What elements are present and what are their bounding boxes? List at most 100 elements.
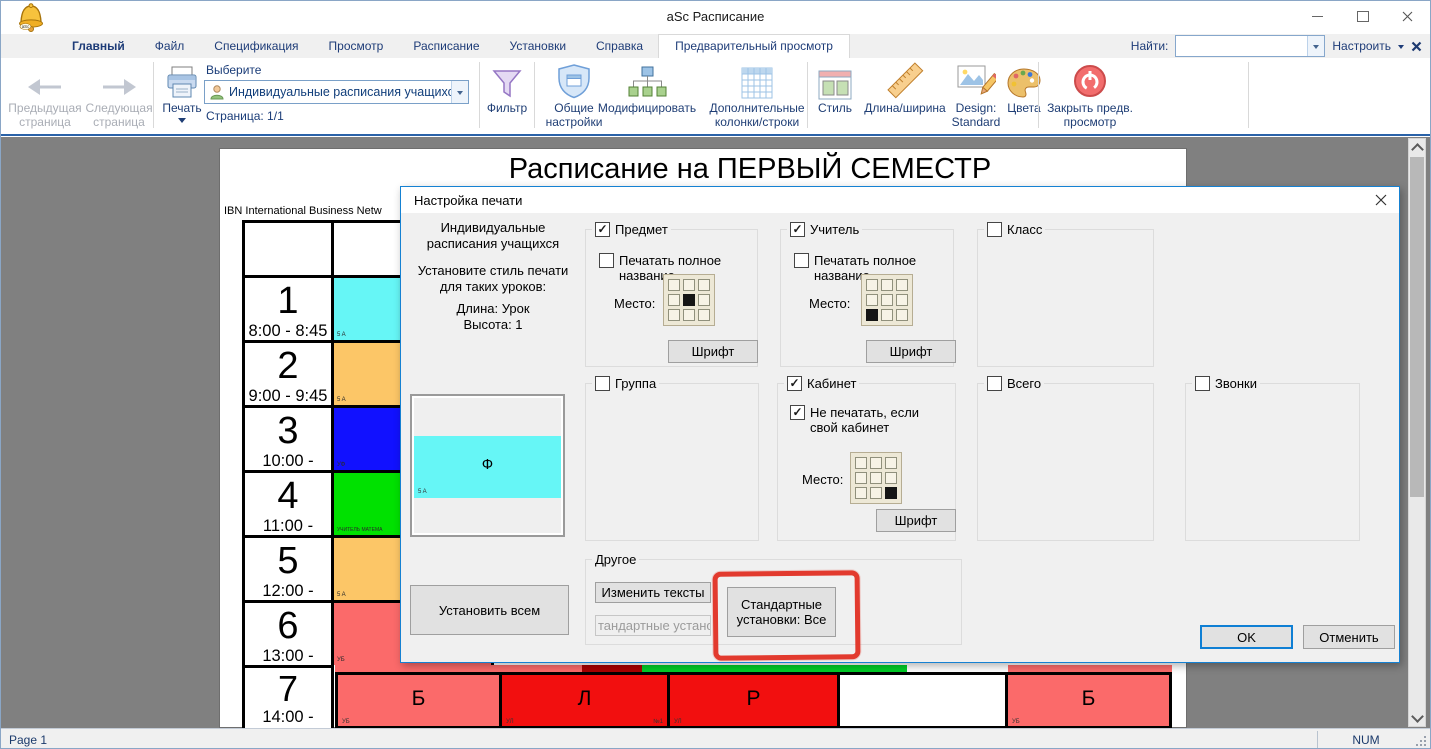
find-input[interactable] <box>1176 36 1307 56</box>
dialog-close-button[interactable] <box>1373 192 1389 208</box>
prev-page-button[interactable]: Предыдущая страница <box>5 58 85 134</box>
choose-label: Выберите <box>206 63 261 77</box>
teacher-font-button[interactable]: Шрифт <box>866 340 956 363</box>
hierarchy-icon <box>593 58 701 100</box>
design-button[interactable]: Design: Standard <box>947 58 1005 134</box>
teacher-place-grid[interactable] <box>861 274 913 326</box>
row-strip <box>582 665 642 672</box>
status-separator <box>1317 731 1318 748</box>
status-page: Page 1 <box>9 733 47 747</box>
scroll-down-button[interactable] <box>1409 709 1425 726</box>
print-button[interactable]: Печать <box>157 58 207 134</box>
group-class: Класс <box>977 229 1154 367</box>
arrow-left-icon <box>5 58 85 100</box>
ok-button[interactable]: OK <box>1200 625 1293 649</box>
print-dropdown-caret[interactable] <box>178 118 186 127</box>
ruler-icon <box>859 58 951 100</box>
group-label: Группа <box>615 376 656 391</box>
close-icon <box>1375 194 1387 206</box>
row-strip <box>907 665 1008 672</box>
report-type-combobox[interactable]: Индивидуальные расписания учащихся <box>204 80 469 104</box>
total-checkbox[interactable] <box>987 376 1002 391</box>
class-label: Класс <box>1007 222 1042 237</box>
period-cell: 29:00 - 9:45 <box>242 340 334 405</box>
tab-help[interactable]: Справка <box>581 34 658 59</box>
subject-fullname-checkbox[interactable] <box>599 253 614 268</box>
extra-columns-button[interactable]: Дополнительные колонки/строки <box>701 58 813 134</box>
minimize-button[interactable] <box>1295 1 1340 32</box>
table-header-cell <box>242 220 334 275</box>
apply-all-button[interactable]: Установить всем <box>410 585 569 635</box>
find-dropdown-button[interactable] <box>1307 36 1324 56</box>
filter-icon <box>483 58 531 100</box>
resize-grip[interactable] <box>1416 736 1426 746</box>
maximize-button[interactable] <box>1340 1 1385 32</box>
room-own-checkbox[interactable] <box>790 405 805 420</box>
close-preview-button[interactable]: Закрыть предв. просмотр <box>1042 58 1138 134</box>
ribbon-toolbar: Предыдущая страница Следующая страница П… <box>1 58 1430 135</box>
ribbon-divider <box>1 134 1430 136</box>
subject-checkbox[interactable] <box>595 222 610 237</box>
close-button[interactable] <box>1385 1 1430 32</box>
next-page-button[interactable]: Следующая страница <box>85 58 153 134</box>
customize-caret-icon <box>1398 45 1404 52</box>
group-room: Кабинет Не печатать, если свой кабинет М… <box>777 383 956 541</box>
tab-specification[interactable]: Спецификация <box>199 34 313 59</box>
tab-file[interactable]: Файл <box>140 34 200 59</box>
edit-texts-button[interactable]: Изменить тексты <box>595 582 711 603</box>
teacher-fullname-checkbox[interactable] <box>794 253 809 268</box>
teacher-label: Учитель <box>810 222 859 237</box>
subject-font-button[interactable]: Шрифт <box>668 340 758 363</box>
style-button[interactable]: Стиль <box>811 58 859 134</box>
room-checkbox[interactable] <box>787 376 802 391</box>
period-cell: 512:00 - 12:45 <box>242 535 334 600</box>
length-text: Длина: Урок <box>407 301 579 317</box>
period-cell: 613:00 - 13:45 <box>242 600 334 665</box>
vertical-scrollbar[interactable] <box>1408 138 1426 727</box>
period-cell: 714:00 - 14:45 <box>242 665 334 728</box>
row-strip <box>335 665 582 672</box>
tab-settings[interactable]: Установки <box>495 34 581 59</box>
app-window: aSc aSc Расписание Главный Файл Специфик… <box>0 0 1431 749</box>
length-width-button[interactable]: Длина/ширина <box>859 58 951 134</box>
tab-timetable[interactable]: Расписание <box>398 34 494 59</box>
group-teacher: Учитель Печатать полное название Место: … <box>780 229 954 367</box>
room-font-button[interactable]: Шрифт <box>876 509 956 532</box>
subject-place-grid[interactable] <box>663 274 715 326</box>
filter-button[interactable]: Фильтр <box>483 58 531 134</box>
teacher-checkbox[interactable] <box>790 222 805 237</box>
lesson-cell: ЛУЛ№1 <box>499 672 670 728</box>
dialog-title-bar: Настройка печати <box>401 187 1399 213</box>
ribbon-separator <box>479 62 480 128</box>
class-checkbox[interactable] <box>987 222 1002 237</box>
room-label: Кабинет <box>807 376 856 391</box>
printer-icon <box>157 58 207 100</box>
room-place-grid[interactable] <box>850 452 902 504</box>
customize-menu[interactable]: Настроить <box>1332 39 1391 53</box>
lesson-cell: БУБ <box>1005 672 1172 728</box>
maximize-icon <box>1357 11 1369 22</box>
place-label: Место: <box>809 296 850 311</box>
group-checkbox[interactable] <box>595 376 610 391</box>
close-ribbon-icon[interactable] <box>1411 41 1422 52</box>
layout-style-icon <box>811 58 859 100</box>
find-combobox[interactable] <box>1175 35 1325 57</box>
colors-button[interactable]: Цвета <box>1001 58 1047 134</box>
chevron-up-icon <box>1411 143 1424 156</box>
scroll-up-button[interactable] <box>1409 139 1425 156</box>
group-bells: Звонки <box>1185 383 1360 541</box>
ribbon-separator <box>807 62 808 128</box>
close-icon <box>1402 11 1413 22</box>
scrollbar-thumb[interactable] <box>1410 157 1424 497</box>
modify-button[interactable]: Модифицировать <box>593 58 701 134</box>
page-indicator: Страница: 1/1 <box>206 109 284 123</box>
standard-settings-all-button[interactable]: Стандартные установки: Все <box>727 587 836 637</box>
row-strip <box>1008 665 1172 672</box>
cancel-button[interactable]: Отменить <box>1303 625 1395 649</box>
bells-checkbox[interactable] <box>1195 376 1210 391</box>
tab-print-preview[interactable]: Предварительный просмотр <box>658 34 850 59</box>
tab-view[interactable]: Просмотр <box>314 34 399 59</box>
report-dropdown-button[interactable] <box>451 81 468 103</box>
tab-main[interactable]: Главный <box>57 34 140 59</box>
group-total: Всего <box>977 383 1154 541</box>
